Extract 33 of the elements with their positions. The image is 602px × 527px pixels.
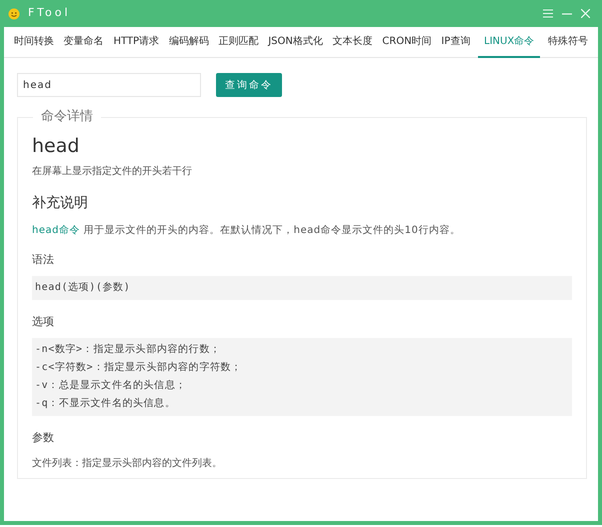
- parameter-text: 文件列表：指定显示头部内容的文件列表。: [32, 456, 223, 471]
- tab[interactable]: 正则匹配: [216, 27, 260, 58]
- window-title: FTool: [28, 5, 70, 22]
- section-heading: 补充说明: [32, 194, 89, 213]
- code-line: -n<数字>：指定显示头部内容的行数；: [35, 344, 222, 356]
- section-subheading: 语法: [32, 252, 55, 268]
- tab[interactable]: LINUX命令: [478, 27, 540, 58]
- code-line: head(选项)(参数): [35, 282, 132, 294]
- command-name: head: [32, 134, 80, 158]
- tab[interactable]: 时间转换: [12, 27, 56, 58]
- command-input[interactable]: head: [17, 73, 201, 97]
- tab[interactable]: JSON格式化: [266, 27, 325, 58]
- tab[interactable]: 特殊符号: [546, 27, 590, 58]
- command-link[interactable]: head命令: [32, 225, 80, 236]
- tab[interactable]: HTTP请求: [111, 27, 162, 58]
- tab[interactable]: IP查询: [439, 27, 472, 58]
- code-line: -c<字符数>：指定显示头部内容的字符数；: [35, 362, 243, 374]
- tab[interactable]: 文本长度: [330, 27, 375, 58]
- menu-icon[interactable]: [543, 9, 553, 18]
- command-summary: 在屏幕上显示指定文件的开头若干行: [32, 164, 193, 179]
- fieldset-legend: 命令详情: [33, 109, 101, 125]
- tab[interactable]: 变量命名: [62, 27, 106, 58]
- section-subheading: 选项: [32, 314, 55, 330]
- section-subheading: 参数: [32, 430, 55, 446]
- code-line: -q：不显示文件名的头信息。: [35, 398, 176, 410]
- smiley-icon: [8, 8, 20, 20]
- tab[interactable]: CRON时间: [380, 27, 434, 58]
- minimize-icon[interactable]: [562, 12, 572, 14]
- tab[interactable]: 编码解码: [166, 27, 211, 58]
- query-button[interactable]: 查询命令: [216, 73, 282, 97]
- description-text: head命令 用于显示文件的开头的内容。在默认情况下，head命令显示文件的头10行内容。: [32, 224, 462, 238]
- code-line: -v：总是显示文件名的头信息；: [35, 380, 188, 392]
- close-icon[interactable]: [581, 9, 590, 18]
